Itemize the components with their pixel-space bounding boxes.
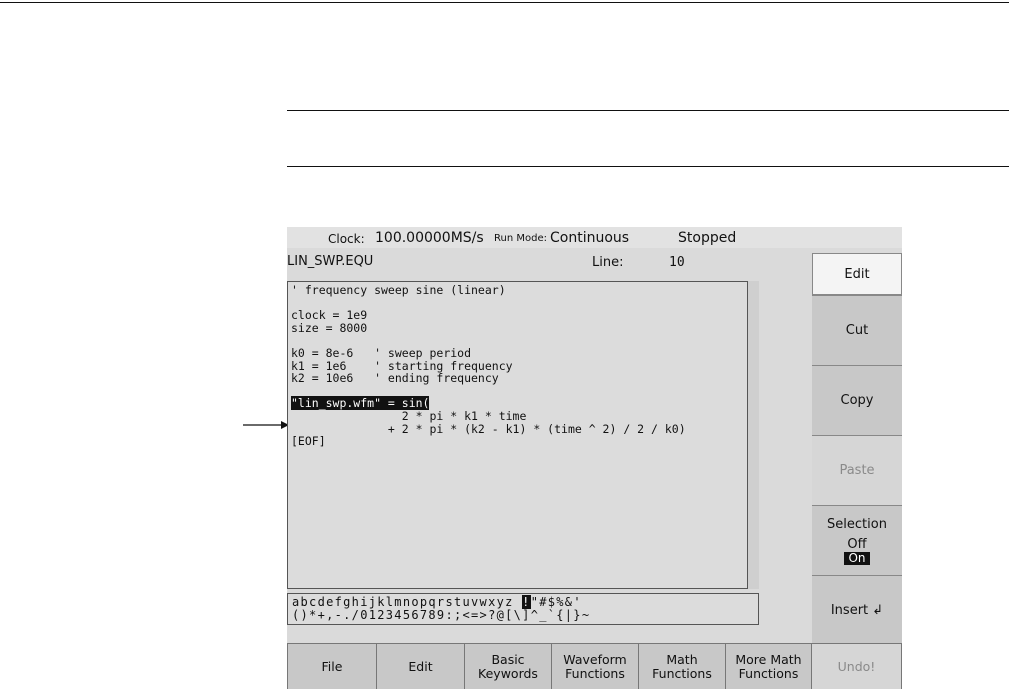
code-text[interactable]: ' frequency sweep sine (linear) clock = … [291,284,686,448]
selection-toggle[interactable]: Selection Off On [812,505,902,575]
top-rule [0,2,1009,3]
more-math-label-1: More Math [735,651,802,667]
math-functions-button[interactable]: Math Functions [639,643,726,689]
math-label-1: Math [666,651,698,667]
undo-label: Undo! [837,658,876,674]
character-palette[interactable]: abcdefghijklmnopqrstuvwxyz !"#$%&' ()*+,… [287,593,759,625]
char-row-2[interactable]: ()*+,-./0123456789:;<=>?@[\]^_`{|}~ [292,608,590,622]
equation-editor[interactable]: ' frequency sweep sine (linear) clock = … [287,281,759,589]
run-state: Stopped [678,230,737,246]
edit-label: Edit [408,658,433,674]
runmode-label: Run Mode: [494,233,547,244]
basic-label-1: Basic [491,651,525,667]
code-line: + 2 * pi * (k2 - k1) * (time ^ 2) / 2 / … [291,421,686,436]
instrument-screen: Clock: 100.00000MS/s Run Mode: Continuou… [287,227,902,689]
line-label: Line: [592,255,624,270]
basic-label-2: Keywords [478,665,538,681]
waveform-functions-button[interactable]: Waveform Functions [552,643,639,689]
file-name: LIN_SWP.EQU [287,254,374,269]
pointer-arrow-icon [243,421,289,429]
cut-button[interactable]: Cut [812,295,902,365]
copy-button[interactable]: Copy [812,365,902,435]
paste-button[interactable]: Paste [812,435,902,505]
basic-keywords-button[interactable]: Basic Keywords [465,643,552,689]
line-number: 10 [669,255,685,270]
section-rule-lower [287,166,1009,167]
char-cursor[interactable]: ! [522,595,531,609]
side-edit-title: Edit [812,253,902,295]
selection-off-option: Off [847,536,867,552]
selection-label: Selection [827,516,887,532]
waveform-label-1: Waveform [563,651,627,667]
runmode-value: Continuous [550,230,630,246]
bottom-menu: File Edit Basic Keywords Waveform Function… [287,643,902,689]
edit-menu-button[interactable]: Edit [377,643,465,689]
code-line-eof: [EOF] [291,434,326,449]
char-row-1[interactable]: abcdefghijklmnopqrstuvwxyz [292,595,522,609]
editor-scrollbar[interactable] [747,281,759,589]
char-row-1-tail[interactable]: "#$%&' [531,595,582,609]
code-line: k2 = 10e6 ' ending frequency [291,371,499,386]
more-math-label-2: Functions [738,665,799,681]
side-menu: Edit Cut Copy Paste Selection Off On Ins… [812,253,902,645]
selection-on-option: On [844,551,870,565]
waveform-label-2: Functions [565,665,625,681]
code-line: size = 8000 [291,320,368,335]
insert-button[interactable]: Insert ↲ [812,575,902,645]
file-label: File [321,658,343,674]
section-rule-upper [287,110,1009,111]
math-label-2: Functions [652,665,712,681]
status-bar: Clock: 100.00000MS/s Run Mode: Continuou… [287,227,902,248]
code-line: ' frequency sweep sine (linear) [291,283,506,297]
undo-button[interactable]: Undo! [812,643,902,689]
file-button[interactable]: File [287,643,377,689]
clock-label: Clock: [328,232,365,246]
clock-value: 100.00000MS/s [375,230,484,246]
more-math-functions-button[interactable]: More Math Functions [726,643,812,689]
